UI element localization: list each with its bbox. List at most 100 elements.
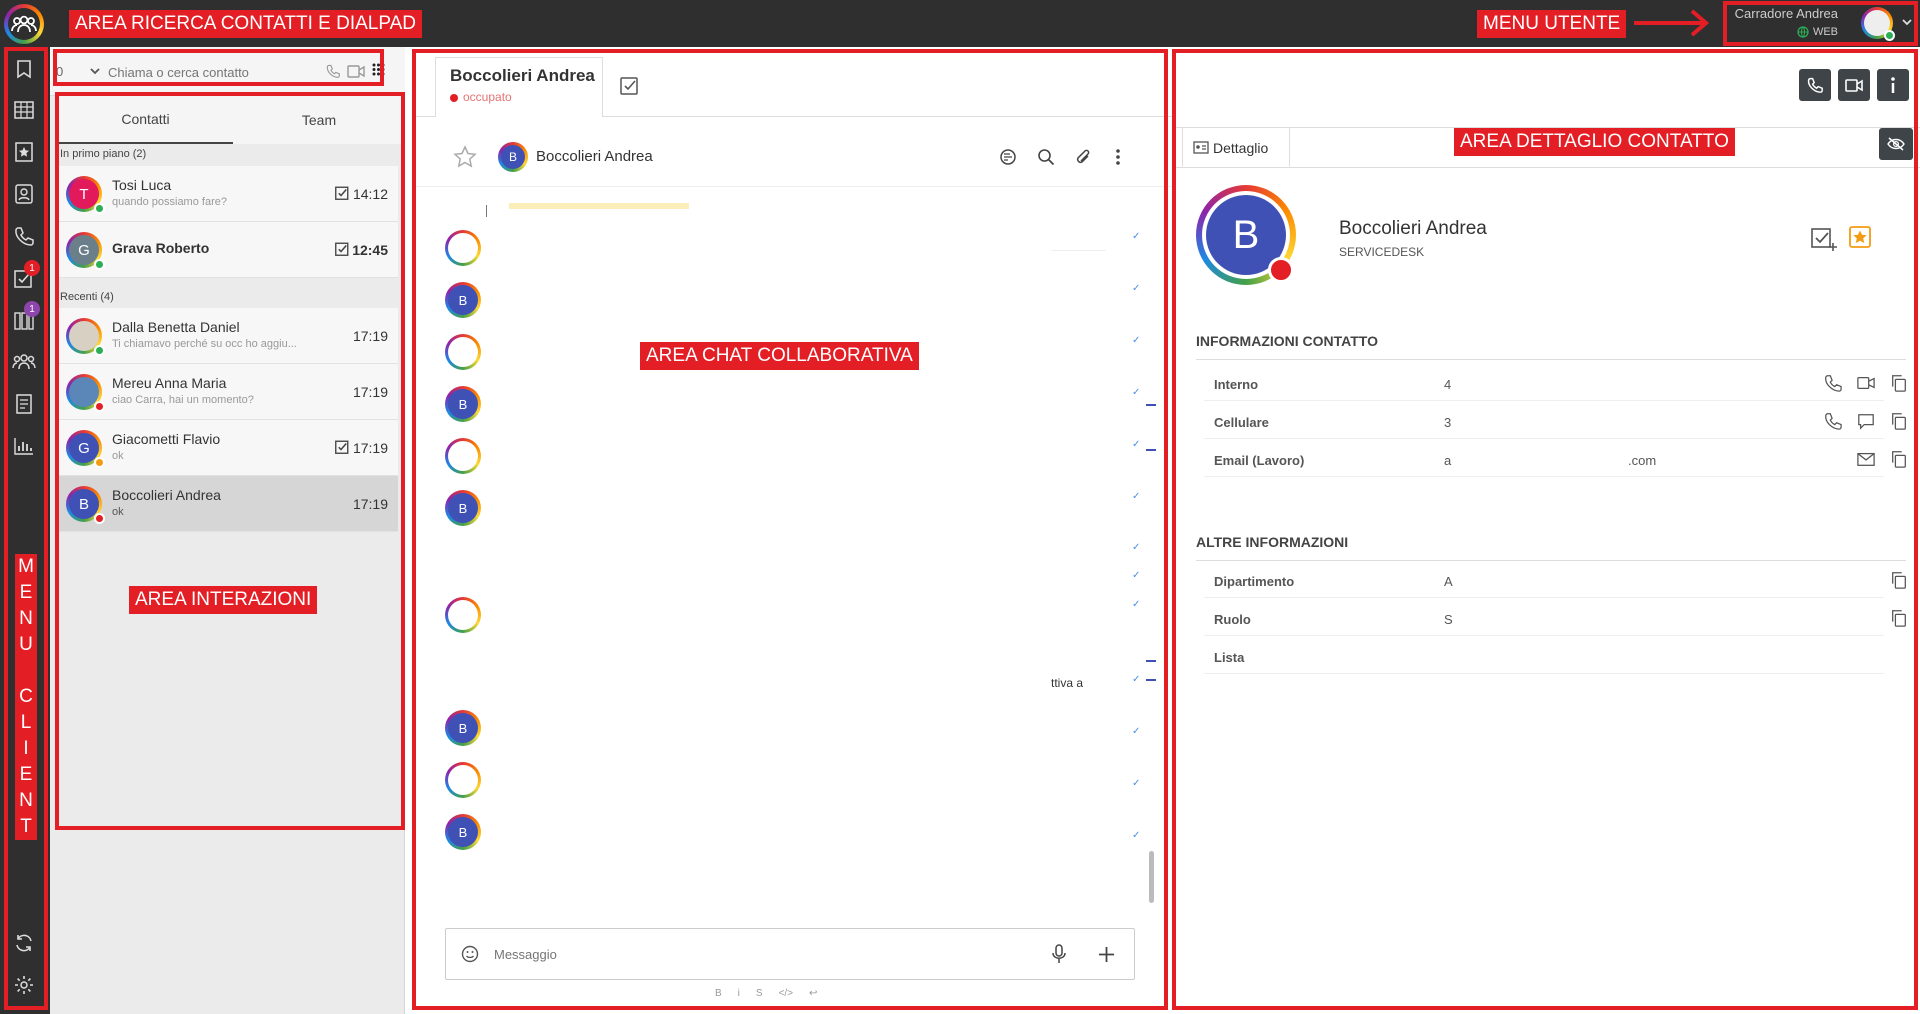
stats-icon[interactable] bbox=[12, 434, 36, 458]
format-button[interactable]: S bbox=[756, 988, 763, 999]
phone-icon[interactable] bbox=[12, 224, 36, 248]
copy-icon[interactable] bbox=[1890, 571, 1908, 589]
app-logo[interactable] bbox=[4, 4, 44, 44]
more-vertical-icon[interactable] bbox=[1115, 147, 1121, 167]
search-input[interactable] bbox=[108, 59, 358, 85]
call-icon[interactable] bbox=[1824, 412, 1842, 430]
attachment-icon[interactable] bbox=[1074, 147, 1092, 167]
plus-icon[interactable] bbox=[1098, 946, 1115, 963]
message-quote-bar bbox=[486, 205, 487, 217]
format-button[interactable]: i bbox=[738, 988, 740, 999]
tab-dettaglio-label: Dettaglio bbox=[1213, 140, 1269, 156]
contact-row[interactable]: Dalla Benetta Daniel Ti chiamavo perché s… bbox=[58, 308, 398, 364]
copy-icon[interactable] bbox=[1890, 374, 1908, 392]
contact-row[interactable]: B Boccolieri Andrea ok 17:19 bbox=[58, 476, 398, 532]
message-input[interactable] bbox=[494, 941, 994, 967]
search-icon[interactable] bbox=[1037, 148, 1055, 166]
message-avatar: B bbox=[445, 490, 481, 526]
menu-client-letter: C bbox=[19, 686, 33, 707]
contact-row[interactable]: Mereu Anna Maria ciao Carra, hai un momen… bbox=[58, 364, 398, 420]
contact-row[interactable]: T Tosi Luca quando possiamo fare? 14:12 bbox=[58, 166, 398, 222]
tab-team[interactable]: Team bbox=[233, 96, 405, 144]
chevron-down-icon[interactable] bbox=[1902, 18, 1912, 26]
star-icon[interactable] bbox=[453, 145, 477, 169]
microphone-icon[interactable] bbox=[1052, 944, 1066, 964]
message-avatar-inner: B bbox=[448, 389, 478, 419]
busy-status-dot bbox=[1268, 257, 1294, 283]
team-icon[interactable] bbox=[12, 350, 36, 374]
read-receipt-icon: ✓ bbox=[1132, 439, 1141, 450]
contact-avatar bbox=[66, 374, 105, 412]
call-icon[interactable] bbox=[1824, 374, 1842, 392]
presence-dot bbox=[94, 401, 105, 412]
settings-icon[interactable] bbox=[12, 973, 36, 997]
detail-row: Lista bbox=[1204, 638, 1884, 674]
contact-row[interactable]: G Giacometti Flavio ok 17:19 bbox=[58, 420, 398, 476]
bookmark-icon[interactable] bbox=[12, 57, 36, 81]
read-receipt-icon: ✓ bbox=[1132, 830, 1141, 841]
tasks-badge: 1 bbox=[24, 260, 40, 276]
detail-value[interactable]: a bbox=[1444, 453, 1451, 468]
hide-button[interactable] bbox=[1879, 128, 1913, 160]
mail-icon[interactable] bbox=[1857, 450, 1875, 468]
menu-client-letter: L bbox=[20, 712, 32, 733]
video-icon[interactable] bbox=[1857, 374, 1875, 392]
favorite-icon[interactable] bbox=[1849, 226, 1871, 248]
menu-client-letter: M bbox=[18, 556, 34, 577]
info-button[interactable] bbox=[1877, 69, 1909, 101]
chat-search-bubble-icon[interactable] bbox=[999, 148, 1017, 166]
id-card-icon bbox=[1193, 141, 1209, 154]
composer bbox=[445, 928, 1135, 980]
detail-value[interactable]: 3 bbox=[1444, 415, 1451, 430]
read-receipt-icon: ✓ bbox=[1132, 674, 1141, 685]
copy-icon[interactable] bbox=[1890, 450, 1908, 468]
contact-time: 17:19 bbox=[352, 440, 388, 456]
detail-value[interactable]: S bbox=[1444, 612, 1453, 627]
chevron-down-icon[interactable] bbox=[90, 67, 100, 75]
detail-area: Dettaglio B Boccolieri Andrea SERVICEDES… bbox=[1176, 47, 1920, 1014]
task-check-icon[interactable] bbox=[620, 75, 640, 95]
chat-tab-active[interactable]: Boccolieri Andrea occupato bbox=[435, 57, 603, 117]
section-recent: Recenti (4) bbox=[60, 291, 114, 303]
format-button[interactable]: </> bbox=[779, 988, 793, 999]
tab-contatti[interactable]: Contatti bbox=[58, 96, 233, 144]
detail-value[interactable]: 4 bbox=[1444, 377, 1451, 392]
sms-icon[interactable] bbox=[1857, 412, 1875, 430]
contact-time: 17:19 bbox=[352, 328, 388, 344]
contacts-icon[interactable] bbox=[12, 182, 36, 206]
user-avatar[interactable] bbox=[1861, 7, 1895, 41]
star-page-icon[interactable] bbox=[12, 140, 36, 164]
chat-tab-status: occupato bbox=[463, 90, 512, 104]
user-status: WEB bbox=[1797, 26, 1838, 38]
contact-row[interactable]: G Grava Roberto 12:45 bbox=[58, 222, 398, 278]
call-icon[interactable] bbox=[326, 64, 340, 78]
tab-dettaglio[interactable]: Dettaglio bbox=[1182, 127, 1290, 167]
video-icon[interactable] bbox=[347, 65, 365, 78]
add-task-icon[interactable] bbox=[1811, 226, 1837, 252]
chat-tab-bar: Boccolieri Andrea occupato bbox=[415, 47, 1172, 117]
detail-row: Email (Lavoro) a .com bbox=[1204, 441, 1906, 477]
detail-value[interactable]: A bbox=[1444, 574, 1453, 589]
call-button[interactable] bbox=[1799, 69, 1831, 101]
chat-scrollbar[interactable] bbox=[1149, 851, 1154, 903]
copy-icon[interactable] bbox=[1890, 609, 1908, 627]
message-avatar-inner bbox=[448, 765, 478, 795]
contact-time: 14:12 bbox=[352, 186, 388, 202]
detail-label: Ruolo bbox=[1214, 612, 1251, 627]
grid-icon[interactable] bbox=[12, 98, 36, 122]
contact-name: Giacometti Flavio bbox=[112, 431, 221, 447]
detail-label: Dipartimento bbox=[1214, 574, 1295, 589]
notebook-icon[interactable] bbox=[12, 392, 36, 416]
menu-client-letter: N bbox=[19, 790, 33, 811]
sidebar: 1 1 MENU CLIENT bbox=[0, 47, 50, 1014]
presence-dot bbox=[94, 259, 105, 270]
sync-icon[interactable] bbox=[12, 931, 36, 955]
dialpad-icon[interactable] bbox=[372, 63, 385, 78]
emoji-icon[interactable] bbox=[461, 945, 479, 963]
user-name[interactable]: Carradore Andrea bbox=[1735, 6, 1838, 21]
format-button[interactable]: B bbox=[715, 988, 722, 999]
contact-name: Tosi Luca bbox=[112, 177, 172, 193]
copy-icon[interactable] bbox=[1890, 412, 1908, 430]
format-button[interactable]: ↩ bbox=[809, 988, 817, 999]
video-call-button[interactable] bbox=[1838, 69, 1870, 101]
